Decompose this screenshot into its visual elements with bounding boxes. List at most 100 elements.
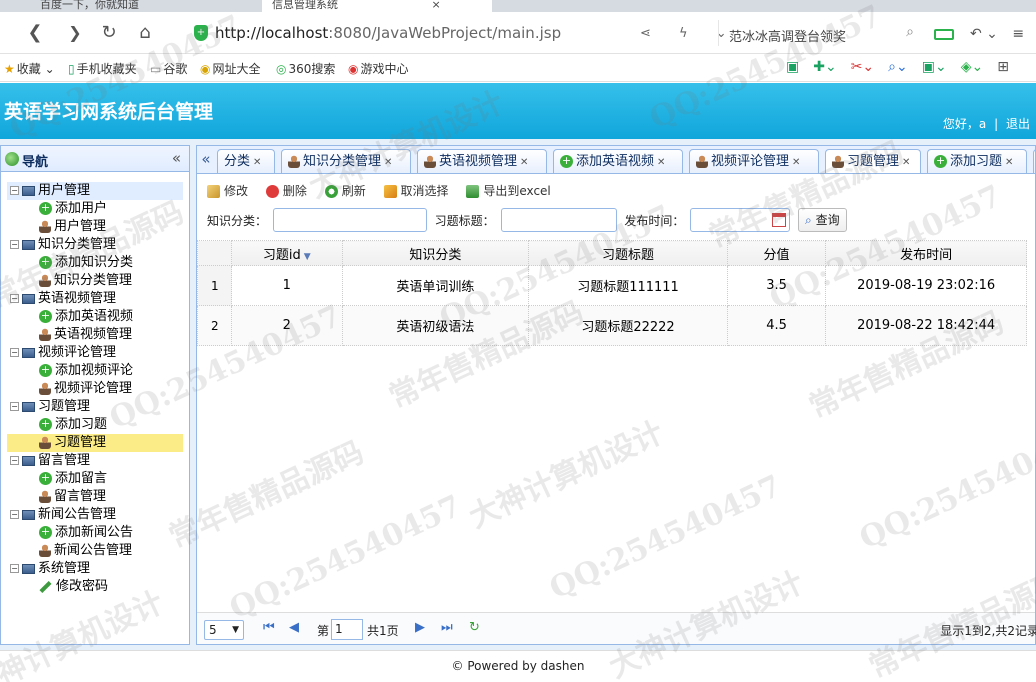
search-icon[interactable]: ⌕ [906, 24, 914, 40]
nav-item[interactable]: 习题管理 [7, 434, 183, 452]
close-icon[interactable]: ✕ [1005, 157, 1013, 168]
star-icon: ★ [4, 62, 15, 76]
url-box[interactable]: + http://localhost:8080/JavaWebProject/m… [188, 20, 708, 46]
game-ext-icon: ▣⌄ [921, 59, 947, 75]
reload-icon[interactable]: ↻ [96, 20, 122, 46]
edit-button[interactable]: 修改 [207, 182, 248, 199]
column-header-id[interactable]: 习题id ▼ [231, 240, 343, 266]
bookmark-google[interactable]: ▭ 谷歌 [150, 60, 187, 77]
nav-item[interactable]: 视频评论管理 [7, 380, 183, 398]
pagination-info: 显示1到2,共2记录 [940, 624, 1036, 638]
close-icon[interactable]: ✕ [384, 157, 392, 168]
first-page-icon[interactable]: ⏮ [263, 620, 275, 635]
nav-group[interactable]: − 系统管理 [7, 560, 183, 578]
nav-tree: − 用户管理 + 添加用户 用户管理 − 知识分类管理 + 添加知识分类 知识分类管理 − 英语视频管… [7, 182, 183, 596]
table-row[interactable]: 1 1 英语单词训练 习题标题111111 3.5 2019-08-19 23:… [196, 265, 1027, 306]
collapse-box-icon[interactable]: − [10, 402, 19, 411]
refresh-page-icon[interactable]: ↻ [469, 620, 480, 635]
browser-tab-active[interactable]: 信息管理系统 × [262, 0, 492, 12]
nav-group[interactable]: − 用户管理 [7, 182, 183, 200]
calendar-icon[interactable] [772, 213, 787, 227]
export-excel-button[interactable]: 导出到excel [466, 182, 551, 199]
tab[interactable]: 习题管理 ✕ [825, 149, 921, 173]
next-page-icon[interactable]: ▶ [415, 620, 425, 635]
undo-icon[interactable]: ↶ ⌄ [970, 26, 998, 42]
collapse-icon[interactable]: « [172, 149, 181, 167]
collapse-box-icon[interactable]: − [10, 456, 19, 465]
nav-item[interactable]: + 添加用户 [7, 200, 183, 218]
close-icon[interactable]: ✕ [520, 157, 528, 168]
tab[interactable]: 分类 ✕ [217, 149, 275, 173]
collapse-box-icon[interactable]: − [10, 564, 19, 573]
bookmark-games[interactable]: ◉ 游戏中心 [348, 60, 409, 77]
nav-item[interactable]: + 添加英语视频 [7, 308, 183, 326]
collapse-box-icon[interactable]: − [10, 348, 19, 357]
collapse-box-icon[interactable]: − [10, 240, 19, 249]
close-icon[interactable]: ✕ [902, 157, 910, 168]
logout-link[interactable]: 退出 [1006, 117, 1030, 131]
nav-item[interactable]: + 添加习题 [7, 416, 183, 434]
refresh-button[interactable]: 刷新 [324, 182, 366, 199]
menu-icon[interactable]: ≡ [1012, 26, 1024, 42]
tab[interactable]: 知识分类管理 ✕ [281, 149, 411, 173]
nav-group[interactable]: − 知识分类管理 [7, 236, 183, 254]
close-icon[interactable]: ✕ [792, 157, 800, 168]
cancel-select-button[interactable]: 取消选择 [383, 182, 449, 199]
nav-item[interactable]: + 添加知识分类 [7, 254, 183, 272]
search-suggestion[interactable]: 范冰冰高调登台领奖 [729, 26, 846, 45]
add-icon: + [934, 154, 947, 168]
search-ext-icon: ⌕⌄ [888, 59, 908, 75]
browser-search-box[interactable]: 范冰冰高调登台领奖 ⌕ [718, 20, 920, 46]
nav-item[interactable]: + 添加新闻公告 [7, 524, 183, 542]
tab[interactable]: 视频评论管理 ✕ [689, 149, 819, 173]
page-size-select[interactable]: 5 ▼ [204, 620, 244, 640]
tab[interactable]: + 添加英语视频 ✕ [553, 149, 683, 173]
nav-item[interactable]: 新闻公告管理 [7, 542, 183, 560]
close-icon[interactable]: ✕ [657, 157, 665, 168]
bookmark-hao123[interactable]: ◉ 网址大全 [200, 60, 261, 77]
category-input[interactable] [272, 208, 427, 232]
collapse-box-icon[interactable]: − [10, 294, 19, 303]
nav-item[interactable]: 修改密码 [7, 578, 183, 596]
tabs-scroll-left-icon[interactable]: « [197, 146, 215, 173]
column-header-title[interactable]: 习题标题 [528, 240, 728, 266]
nav-group[interactable]: − 英语视频管理 [7, 290, 183, 308]
collapse-box-icon[interactable]: − [10, 510, 19, 519]
last-page-icon[interactable]: ⏭ [441, 620, 453, 635]
column-header-time[interactable]: 发布时间 [825, 240, 1027, 266]
extension-icons[interactable]: ▣ ✚⌄ ✂⌄ ⌕⌄ ▣⌄ ◈⌄ ⊞ [786, 59, 1023, 75]
nav-item[interactable]: 知识分类管理 [7, 272, 183, 290]
bookmark-mobile[interactable]: ▯ 手机收藏夹 [68, 60, 137, 77]
nav-group[interactable]: − 新闻公告管理 [7, 506, 183, 524]
page-number-input[interactable]: 1 [331, 619, 363, 640]
tab[interactable]: + 添加习题 ✕ [927, 149, 1027, 173]
prev-page-icon[interactable]: ◀ [289, 620, 299, 635]
nav-item[interactable]: 留言管理 [7, 488, 183, 506]
tab[interactable]: 英语视频管理 ✕ [417, 149, 547, 173]
bookmark-360[interactable]: ◎ 360搜索 [276, 60, 335, 77]
bookmark-favorites[interactable]: ★ 收藏 ⌄ [4, 60, 55, 77]
collapse-box-icon[interactable]: − [10, 186, 19, 195]
back-icon[interactable]: ❮ [22, 20, 48, 46]
delete-button[interactable]: 删除 [265, 182, 307, 199]
forward-icon[interactable]: ❯ [62, 20, 88, 46]
nav-item[interactable]: 英语视频管理 [7, 326, 183, 344]
url-text[interactable]: http://localhost:8080/JavaWebProject/mai… [215, 24, 561, 42]
nav-item[interactable]: + 添加视频评论 [7, 362, 183, 380]
tab-label: 添加习题 [950, 154, 1003, 169]
home-icon[interactable]: ⌂ [132, 20, 158, 46]
column-header-score[interactable]: 分值 [726, 240, 827, 266]
nav-item[interactable]: + 添加留言 [7, 470, 183, 488]
column-header-category[interactable]: 知识分类 [341, 240, 530, 266]
table-row[interactable]: 2 2 英语初级语法 习题标题22222 4.5 2019-08-22 18:4… [196, 305, 1027, 346]
query-button[interactable]: ⌕ 查询 [798, 208, 847, 232]
nav-group[interactable]: − 视频评论管理 [7, 344, 183, 362]
nav-group[interactable]: − 习题管理 [7, 398, 183, 416]
nav-item[interactable]: 用户管理 [7, 218, 183, 236]
title-input[interactable] [500, 208, 617, 232]
close-icon[interactable]: ✕ [253, 157, 261, 168]
date-picker[interactable] [690, 208, 791, 232]
nav-group[interactable]: − 留言管理 [7, 452, 183, 470]
browser-tab-baidu[interactable]: 百度一下，你就知道 [30, 0, 149, 12]
computer-icon [22, 455, 35, 466]
